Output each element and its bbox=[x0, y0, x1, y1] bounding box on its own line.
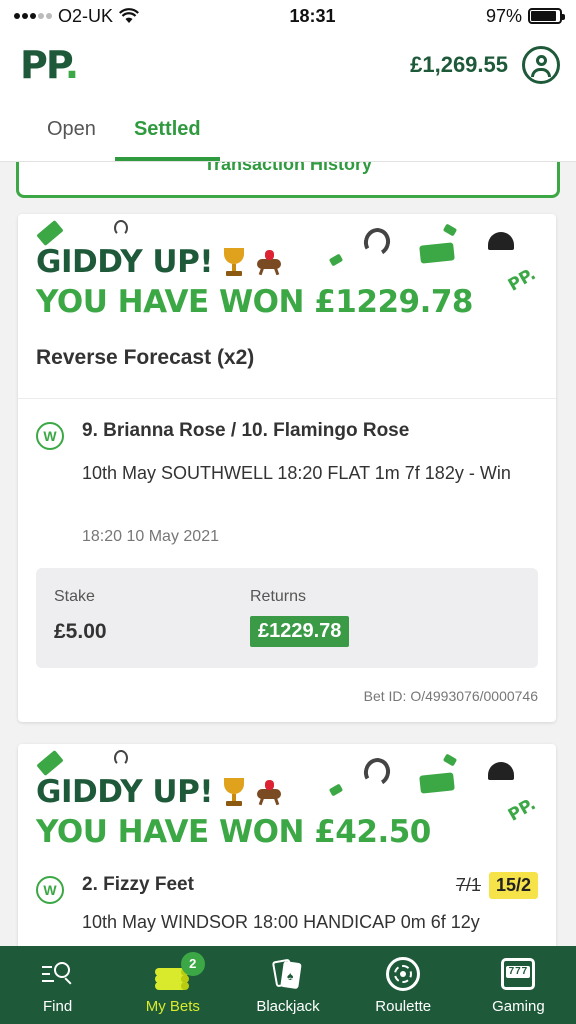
cash-icon bbox=[442, 753, 458, 767]
racehorse-icon bbox=[255, 249, 285, 276]
battery-percent: 97% bbox=[485, 5, 522, 26]
app-header: PP. £1,269.55 bbox=[0, 32, 576, 98]
horseshoe-icon bbox=[360, 225, 394, 259]
cash-icon bbox=[442, 223, 458, 237]
giddy-up-heading: GIDDY UP! bbox=[36, 244, 285, 280]
divider bbox=[18, 398, 556, 399]
returns-label: Returns bbox=[250, 588, 307, 605]
gaming-icon: 777 bbox=[498, 956, 538, 992]
stake-label: Stake bbox=[54, 588, 95, 605]
pp-mark: PP. bbox=[504, 264, 540, 296]
carrier-name: O2-UK bbox=[58, 5, 114, 26]
roulette-icon bbox=[383, 956, 423, 992]
pp-mark: PP. bbox=[504, 794, 540, 826]
bet-id: Bet ID: O/4993076/0000746 bbox=[363, 688, 538, 704]
jockey-helmet-icon bbox=[488, 762, 514, 780]
cash-icon bbox=[36, 219, 64, 247]
bet-time: 18:20 10 May 2021 bbox=[82, 528, 219, 545]
bet-type: Reverse Forecast (x2) bbox=[36, 346, 255, 369]
clock: 18:31 bbox=[289, 5, 336, 26]
event-description: 10th May WINDSOR 18:00 HANDICAP 0m 6f 12… bbox=[82, 912, 480, 932]
nav-blackjack[interactable]: ♠ Blackjack bbox=[230, 946, 345, 1024]
nav-label: Blackjack bbox=[256, 998, 320, 1015]
status-bar: O2-UK 18:31 97% bbox=[0, 0, 576, 32]
bet-card[interactable]: PP. GIDDY UP! YOU HAVE WON £1229.78 Reve… bbox=[18, 214, 556, 722]
account-icon[interactable] bbox=[522, 46, 560, 84]
my-bets-icon: 2 bbox=[153, 952, 205, 992]
trophy-icon bbox=[221, 778, 247, 806]
pp-logo[interactable]: PP. bbox=[20, 43, 79, 87]
nav-gaming[interactable]: 777 Gaming bbox=[461, 946, 576, 1024]
trophy-icon bbox=[221, 248, 247, 276]
nav-find[interactable]: Find bbox=[0, 946, 115, 1024]
horseshoe-icon bbox=[114, 750, 128, 766]
signal-icon bbox=[14, 13, 52, 19]
bottom-navigation: Find 2 My Bets ♠ Blackjack Roulette 777 … bbox=[0, 946, 576, 1024]
win-banner: PP. GIDDY UP! YOU HAVE WON £1229.78 bbox=[18, 214, 556, 334]
battery-icon bbox=[528, 8, 565, 24]
find-icon bbox=[38, 956, 78, 992]
win-banner: PP. GIDDY UP! YOU HAVE WON £42.50 bbox=[18, 744, 556, 864]
nav-label: Gaming bbox=[492, 998, 545, 1015]
won-amount-heading: YOU HAVE WON £1229.78 bbox=[36, 284, 474, 320]
jockey-helmet-icon bbox=[488, 232, 514, 250]
won-amount-heading: YOU HAVE WON £42.50 bbox=[36, 814, 431, 850]
wifi-icon bbox=[119, 8, 139, 23]
nav-label: Roulette bbox=[375, 998, 432, 1015]
selection-name: 9. Brianna Rose / 10. Flamingo Rose bbox=[82, 420, 410, 441]
cash-icon bbox=[328, 783, 344, 797]
status-right: 97% bbox=[485, 5, 565, 27]
blackjack-icon: ♠ bbox=[268, 956, 308, 992]
nav-my-bets[interactable]: 2 My Bets bbox=[115, 946, 230, 1024]
cash-icon bbox=[419, 772, 455, 794]
transaction-history-button[interactable]: Transaction History bbox=[16, 162, 560, 198]
event-description: 10th May SOUTHWELL 18:20 FLAT 1m 7f 182y… bbox=[82, 463, 511, 483]
returns-value: £1229.78 bbox=[250, 616, 350, 647]
stake-returns-box: Stake £5.00 Returns £1229.78 bbox=[36, 568, 538, 668]
win-badge: W bbox=[36, 422, 64, 450]
status-left: O2-UK bbox=[14, 6, 139, 27]
nav-roulette[interactable]: Roulette bbox=[346, 946, 461, 1024]
bets-tabs: Open Settled bbox=[0, 98, 576, 162]
bet-card[interactable]: PP. GIDDY UP! YOU HAVE WON £42.50 W 2. F… bbox=[18, 744, 556, 946]
selection-name: 2. Fizzy Feet bbox=[82, 874, 194, 895]
boosted-odds: 15/2 bbox=[488, 872, 538, 899]
account-balance[interactable]: £1,269.55 bbox=[410, 52, 508, 78]
open-bets-count-badge: 2 bbox=[180, 952, 205, 976]
odds: 7/1 15/2 bbox=[456, 872, 538, 899]
header-right: £1,269.55 bbox=[410, 46, 560, 84]
win-badge: W bbox=[36, 876, 64, 904]
tab-open[interactable]: Open bbox=[28, 98, 115, 161]
settled-bets-list[interactable]: Transaction History PP. GIDDY UP! YOU HA… bbox=[0, 162, 576, 946]
tab-settled[interactable]: Settled bbox=[114, 98, 220, 161]
horseshoe-icon bbox=[360, 755, 394, 789]
racehorse-icon bbox=[255, 779, 285, 806]
original-odds: 7/1 bbox=[455, 875, 481, 895]
nav-label: Find bbox=[43, 998, 73, 1015]
nav-label: My Bets bbox=[145, 998, 200, 1015]
stake-value: £5.00 bbox=[54, 620, 107, 643]
cash-icon bbox=[36, 749, 64, 777]
horseshoe-icon bbox=[114, 220, 128, 236]
cash-icon bbox=[328, 253, 344, 267]
cash-icon bbox=[419, 242, 455, 264]
giddy-up-heading: GIDDY UP! bbox=[36, 774, 285, 810]
